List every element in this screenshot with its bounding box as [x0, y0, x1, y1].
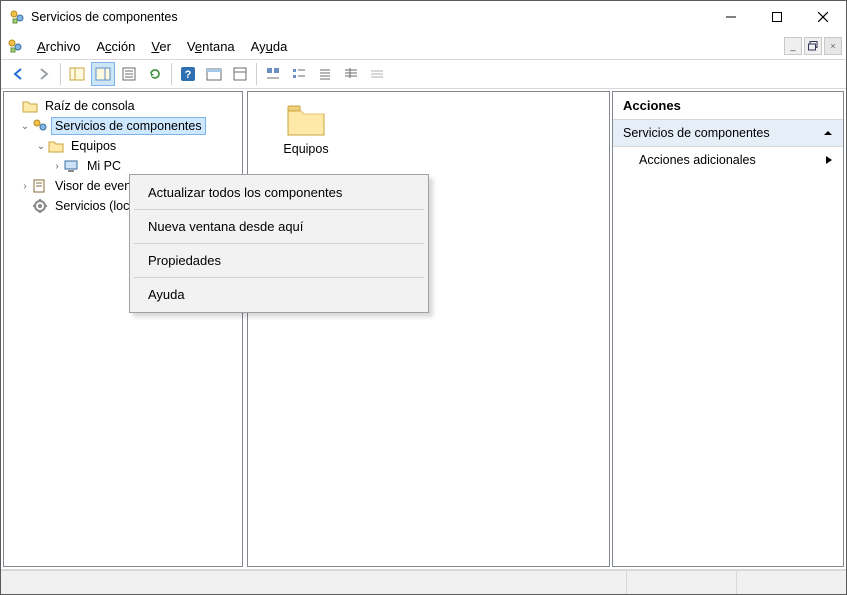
content-item-label: Equipos [283, 142, 328, 156]
submenu-arrow-icon [825, 155, 833, 165]
status-cell [626, 571, 736, 594]
toolbar-separator [60, 63, 61, 85]
services-icon [32, 198, 48, 214]
toolbar-window-button[interactable] [202, 62, 226, 86]
folder-icon [22, 98, 38, 114]
mdi-minimize-button[interactable]: _ [784, 37, 802, 55]
menu-ventana[interactable]: Ventana [179, 36, 243, 57]
toolbar-separator [256, 63, 257, 85]
toolbar: ? [1, 59, 846, 89]
window-close-button[interactable] [800, 1, 846, 33]
context-menu-refresh-all[interactable]: Actualizar todos los componentes [132, 177, 426, 208]
toolbar-view-status-button[interactable] [365, 62, 389, 86]
folder-large-icon [285, 102, 327, 138]
toolbar-filter-button[interactable] [228, 62, 252, 86]
work-area: Raíz de consola ⌄ Servicios de component… [1, 89, 846, 570]
toolbar-help-button[interactable]: ? [176, 62, 200, 86]
mdi-app-icon [7, 38, 23, 54]
content-item-equipos[interactable]: Equipos [266, 102, 346, 156]
toolbar-show-hide-tree-button[interactable] [65, 62, 89, 86]
context-menu: Actualizar todos los componentes Nueva v… [129, 174, 429, 313]
toolbar-view-large-button[interactable] [261, 62, 285, 86]
computer-icon [64, 158, 80, 174]
actions-pane: Acciones Servicios de componentes Accion… [612, 91, 844, 567]
status-cell [1, 571, 626, 594]
actions-group-label: Servicios de componentes [623, 126, 770, 140]
tree-node-mi-pc[interactable]: › Mi PC [6, 156, 240, 176]
toolbar-forward-button[interactable] [32, 62, 56, 86]
tree-node-equipos[interactable]: ⌄ Equipos [6, 136, 240, 156]
context-menu-separator [134, 209, 424, 210]
status-bar [1, 570, 846, 594]
context-menu-help[interactable]: Ayuda [132, 279, 426, 310]
context-menu-properties[interactable]: Propiedades [132, 245, 426, 276]
toolbar-view-details-button[interactable] [339, 62, 363, 86]
toolbar-back-button[interactable] [6, 62, 30, 86]
svg-text:?: ? [185, 69, 192, 81]
toolbar-separator [171, 63, 172, 85]
window-titlebar: Servicios de componentes [1, 1, 846, 33]
menu-ayuda[interactable]: Ayuda [243, 36, 296, 57]
tree-node-root[interactable]: Raíz de consola [6, 96, 240, 116]
status-cell [736, 571, 846, 594]
menu-ver[interactable]: Ver [143, 36, 179, 57]
tree-label: Servicios de componentes [51, 117, 206, 135]
event-viewer-icon [32, 178, 48, 194]
actions-header: Acciones [613, 92, 843, 120]
collapse-up-icon [823, 128, 833, 138]
tree-pane: Raíz de consola ⌄ Servicios de component… [3, 91, 243, 567]
mdi-controls: _ × [784, 37, 842, 55]
toolbar-refresh-button[interactable] [143, 62, 167, 86]
tree-label: Raíz de consola [41, 97, 139, 115]
menu-accion[interactable]: Acción [88, 36, 143, 57]
expander-collapse-icon[interactable]: ⌄ [34, 141, 48, 152]
toolbar-view-small-button[interactable] [287, 62, 311, 86]
menu-archivo[interactable]: Archivo [29, 36, 88, 57]
menubar: Archivo Acción Ver Ventana Ayuda _ × [1, 33, 846, 59]
menu-archivo-rest: rchivo [46, 39, 81, 54]
actions-more-row[interactable]: Acciones adicionales [613, 147, 843, 173]
mdi-restore-button[interactable] [804, 37, 822, 55]
tree-label: Mi PC [83, 157, 125, 175]
toolbar-view-list-button[interactable] [313, 62, 337, 86]
content-body: Equipos [248, 92, 609, 166]
actions-group-row[interactable]: Servicios de componentes [613, 120, 843, 147]
window-minimize-button[interactable] [708, 1, 754, 33]
component-services-icon [32, 118, 48, 134]
content-pane: Equipos [247, 91, 610, 567]
actions-more-label: Acciones adicionales [639, 153, 756, 167]
folder-icon [48, 138, 64, 154]
tree-node-component-services[interactable]: ⌄ Servicios de componentes [6, 116, 240, 136]
toolbar-export-button[interactable] [117, 62, 141, 86]
expander-expand-icon[interactable]: › [18, 181, 32, 192]
expander-expand-icon[interactable]: › [50, 161, 64, 172]
app-icon [9, 9, 25, 25]
context-menu-separator [134, 277, 424, 278]
window-maximize-button[interactable] [754, 1, 800, 33]
mdi-close-button[interactable]: × [824, 37, 842, 55]
context-menu-separator [134, 243, 424, 244]
expander-collapse-icon[interactable]: ⌄ [18, 121, 32, 132]
tree-label: Equipos [67, 137, 120, 155]
context-menu-new-window[interactable]: Nueva ventana desde aquí [132, 211, 426, 242]
window-title: Servicios de componentes [31, 10, 708, 24]
toolbar-show-hide-actions-button[interactable] [91, 62, 115, 86]
